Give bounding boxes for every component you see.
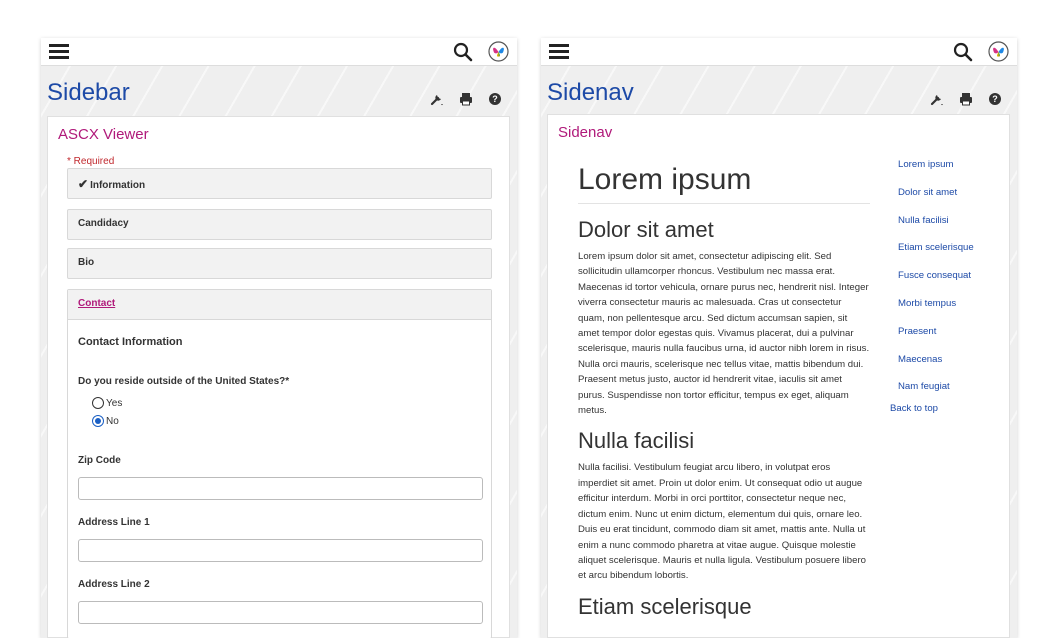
article: Lorem ipsum Dolor sit amet Lorem ipsum d… [578, 163, 870, 620]
title-row: Sidenav ? [541, 66, 1017, 114]
section-contact: Contact Contact Information Do you resid… [67, 289, 492, 638]
checkmark-icon: ✔ [78, 177, 89, 191]
svg-text:?: ? [492, 94, 498, 104]
radio-no[interactable]: No [92, 415, 481, 427]
card-title: ASCX Viewer [58, 126, 149, 143]
section-heading-nulla: Nulla facilisi [578, 428, 695, 454]
print-icon[interactable] [458, 91, 474, 107]
toc-link-fusce-consequat[interactable]: Fusce consequat [898, 270, 1008, 298]
section-label: Information [90, 180, 146, 191]
svg-text:?: ? [992, 94, 998, 104]
section-contact-header: Contact [68, 290, 491, 320]
contact-form: Contact Information Do you reside outsid… [68, 336, 491, 624]
toc-link-lorem-ipsum[interactable]: Lorem ipsum [898, 159, 1008, 187]
paragraph-nulla: Nulla facilisi. Vestibulum feugiat arcu … [578, 462, 866, 582]
residence-question: Do you reside outside of the United Stat… [78, 376, 290, 387]
top-bar [41, 38, 517, 66]
title-row: Sidebar ? [41, 66, 517, 114]
sidenav-card: Sidenav Lorem ipsum Dolor sit amet Lorem… [547, 114, 1010, 638]
zip-code-input[interactable] [78, 477, 483, 500]
sidenav-toc: Lorem ipsum Dolor sit amet Nulla facilis… [898, 159, 1008, 409]
radio-yes[interactable]: Yes [92, 397, 481, 409]
section-label: Candidacy [78, 218, 129, 229]
toc-link-dolor-sit-amet[interactable]: Dolor sit amet [898, 187, 1008, 215]
radio-button-selected[interactable] [92, 415, 104, 427]
help-icon[interactable]: ? [987, 91, 1003, 107]
section-candidacy[interactable]: Candidacy [67, 209, 492, 240]
zip-code-label: Zip Code [78, 455, 121, 466]
help-icon[interactable]: ? [487, 91, 503, 107]
paragraph-dolor: Lorem ipsum dolor sit amet, consectetur … [578, 251, 870, 417]
toc-link-nulla-facilisi[interactable]: Nulla facilisi [898, 215, 1008, 243]
article-heading: Lorem ipsum [578, 163, 870, 204]
toc-link-maecenas[interactable]: Maecenas [898, 354, 1008, 382]
hamburger-menu-icon[interactable] [549, 44, 569, 59]
address-line-2-input[interactable] [78, 601, 483, 624]
back-to-top-link[interactable]: Back to top [890, 403, 938, 414]
contact-link[interactable]: Contact [78, 298, 115, 309]
ascx-viewer-card: ASCX Viewer * Required ✔ Information Cand… [47, 116, 510, 638]
toc-link-morbi-tempus[interactable]: Morbi tempus [898, 298, 1008, 326]
wrench-icon[interactable] [929, 91, 945, 107]
toc-link-etiam-scelerisque[interactable]: Etiam scelerisque [898, 242, 1008, 270]
sidenav-demo-panel: Sidenav ? Sidenav Lorem ipsum Dolor sit … [541, 38, 1017, 638]
section-heading-dolor: Dolor sit amet [578, 217, 714, 242]
wrench-icon[interactable] [429, 91, 445, 107]
search-icon[interactable] [953, 42, 973, 62]
section-bio[interactable]: Bio [67, 248, 492, 279]
search-icon[interactable] [453, 42, 473, 62]
radio-label-yes: Yes [106, 397, 123, 409]
address-line-1-label: Address Line 1 [78, 517, 150, 528]
print-icon[interactable] [958, 91, 974, 107]
butterfly-logo-icon[interactable] [988, 41, 1009, 62]
contact-heading: Contact Information [78, 336, 183, 348]
card-title: Sidenav [558, 124, 613, 141]
section-heading-etiam: Etiam scelerisque [578, 593, 752, 619]
required-note: * Required [67, 156, 115, 167]
hamburger-menu-icon[interactable] [49, 44, 69, 59]
top-bar [541, 38, 1017, 66]
butterfly-logo-icon[interactable] [488, 41, 509, 62]
page-tools: ? [429, 91, 503, 107]
sidebar-demo-panel: Sidebar ? ASCX Viewer * Required ✔ Inform… [41, 38, 517, 638]
toc-link-praesent[interactable]: Praesent [898, 326, 1008, 354]
radio-label-no: No [106, 415, 119, 427]
page-title: Sidenav [547, 79, 634, 106]
section-information[interactable]: ✔ Information [67, 168, 492, 199]
radio-button[interactable] [92, 397, 104, 409]
section-label: Bio [78, 257, 95, 268]
page-tools: ? [929, 91, 1003, 107]
page-title: Sidebar [47, 79, 130, 106]
address-line-2-label: Address Line 2 [78, 579, 150, 590]
address-line-1-input[interactable] [78, 539, 483, 562]
